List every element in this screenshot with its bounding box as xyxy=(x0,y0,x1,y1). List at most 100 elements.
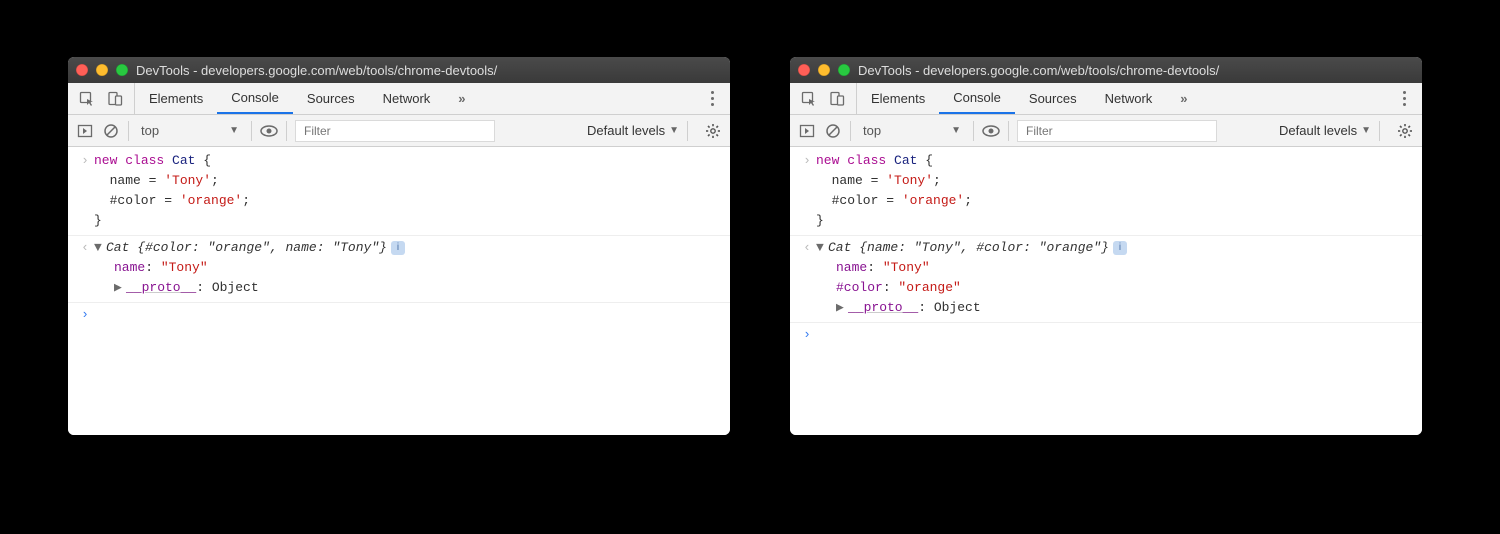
inspect-icon[interactable] xyxy=(78,90,96,108)
disclosure-triangle-icon[interactable]: ▼ xyxy=(94,238,106,258)
chevron-down-icon: ▼ xyxy=(669,125,679,136)
window-title: DevTools - developers.google.com/web/too… xyxy=(136,63,722,78)
proto-key: __proto__ xyxy=(848,300,918,315)
chevron-down-icon: ▼ xyxy=(1361,125,1371,136)
tabs-overflow[interactable]: » xyxy=(1166,83,1201,114)
minimize-icon[interactable] xyxy=(818,64,830,76)
info-icon[interactable]: i xyxy=(391,241,405,255)
tab-label: Elements xyxy=(149,91,203,106)
close-icon[interactable] xyxy=(798,64,810,76)
proto-key: __proto__ xyxy=(126,280,196,295)
live-expression-icon[interactable] xyxy=(982,122,1000,140)
class-name: Cat xyxy=(106,240,137,255)
zoom-icon[interactable] xyxy=(838,64,850,76)
prompt-icon: › xyxy=(798,325,816,345)
disclosure-triangle-icon[interactable]: ▶ xyxy=(114,278,126,298)
prop-key: name xyxy=(836,260,867,275)
disclosure-triangle-icon[interactable]: ▶ xyxy=(836,298,848,318)
prop-value: "Tony" xyxy=(161,260,208,275)
minimize-icon[interactable] xyxy=(96,64,108,76)
settings-icon[interactable] xyxy=(1396,122,1414,140)
live-expression-icon[interactable] xyxy=(260,122,278,140)
tab-elements[interactable]: Elements xyxy=(857,83,939,114)
output-icon: ‹ xyxy=(76,238,94,298)
console-input-row: › new class Cat { name = 'Tony'; #color … xyxy=(790,151,1422,236)
console-body: › new class Cat { name = 'Tony'; #color … xyxy=(68,147,730,435)
levels-label: Default levels xyxy=(1279,123,1357,138)
tab-network[interactable]: Network xyxy=(369,83,445,114)
input-code[interactable]: new class Cat { name = 'Tony'; #color = … xyxy=(816,151,972,231)
output-object[interactable]: ▼Cat {#color: "orange", name: "Tony"}i n… xyxy=(94,238,405,298)
tab-label: Elements xyxy=(871,91,925,106)
tab-label: Console xyxy=(953,90,1001,105)
close-icon[interactable] xyxy=(76,64,88,76)
prompt-icon: › xyxy=(798,151,816,231)
tab-label: Sources xyxy=(1029,91,1077,106)
tab-console[interactable]: Console xyxy=(217,83,293,114)
prompt-icon: › xyxy=(76,151,94,231)
console-toolbar: top ▼ Default levels ▼ xyxy=(68,115,730,147)
inspect-icon[interactable] xyxy=(800,90,818,108)
tab-label: Console xyxy=(231,90,279,105)
tab-sources[interactable]: Sources xyxy=(1015,83,1091,114)
titlebar[interactable]: DevTools - developers.google.com/web/too… xyxy=(790,57,1422,83)
devtools-window: DevTools - developers.google.com/web/too… xyxy=(68,57,730,435)
console-prompt-row[interactable]: › xyxy=(790,325,1422,345)
class-name: Cat xyxy=(828,240,859,255)
input-code[interactable]: new class Cat { name = 'Tony'; #color = … xyxy=(94,151,250,231)
prop-value: "orange" xyxy=(898,280,960,295)
device-icon[interactable] xyxy=(828,90,846,108)
titlebar[interactable]: DevTools - developers.google.com/web/too… xyxy=(68,57,730,83)
console-output-row: ‹ ▼Cat {#color: "orange", name: "Tony"}i… xyxy=(68,238,730,303)
filter-input[interactable] xyxy=(1017,120,1217,142)
console-body: › new class Cat { name = 'Tony'; #color … xyxy=(790,147,1422,435)
info-icon[interactable]: i xyxy=(1113,241,1127,255)
prop-key: #color xyxy=(836,280,883,295)
prop-key: name xyxy=(114,260,145,275)
output-icon: ‹ xyxy=(798,238,816,318)
console-toolbar: top ▼ Default levels ▼ xyxy=(790,115,1422,147)
log-levels-selector[interactable]: Default levels ▼ xyxy=(587,123,679,138)
prompt-icon: › xyxy=(76,305,94,325)
proto-value: Object xyxy=(934,300,981,315)
log-levels-selector[interactable]: Default levels ▼ xyxy=(1279,123,1371,138)
tab-label: Sources xyxy=(307,91,355,106)
tab-elements[interactable]: Elements xyxy=(135,83,217,114)
clear-console-icon[interactable] xyxy=(824,122,842,140)
sidebar-toggle-icon[interactable] xyxy=(76,122,94,140)
window-title: DevTools - developers.google.com/web/too… xyxy=(858,63,1414,78)
more-menu-icon[interactable] xyxy=(1397,91,1412,106)
tab-console[interactable]: Console xyxy=(939,83,1015,114)
console-prompt-row[interactable]: › xyxy=(68,305,730,325)
chevron-down-icon: ▼ xyxy=(951,125,961,136)
more-menu-icon[interactable] xyxy=(705,91,720,106)
levels-label: Default levels xyxy=(587,123,665,138)
disclosure-triangle-icon[interactable]: ▼ xyxy=(816,238,828,258)
devtools-window: DevTools - developers.google.com/web/too… xyxy=(790,57,1422,435)
sidebar-toggle-icon[interactable] xyxy=(798,122,816,140)
console-output-row: ‹ ▼Cat {name: "Tony", #color: "orange"}i… xyxy=(790,238,1422,323)
proto-value: Object xyxy=(212,280,259,295)
devtools-tabs: Elements Console Sources Network » xyxy=(68,83,730,115)
clear-console-icon[interactable] xyxy=(102,122,120,140)
context-label: top xyxy=(863,123,881,138)
context-selector[interactable]: top ▼ xyxy=(859,121,965,140)
prop-value: "Tony" xyxy=(883,260,930,275)
context-selector[interactable]: top ▼ xyxy=(137,121,243,140)
settings-icon[interactable] xyxy=(704,122,722,140)
devtools-tabs: Elements Console Sources Network » xyxy=(790,83,1422,115)
console-input-row: › new class Cat { name = 'Tony'; #color … xyxy=(68,151,730,236)
window-controls xyxy=(798,64,850,76)
output-object[interactable]: ▼Cat {name: "Tony", #color: "orange"}i n… xyxy=(816,238,1127,318)
window-controls xyxy=(76,64,128,76)
filter-input[interactable] xyxy=(295,120,495,142)
tab-sources[interactable]: Sources xyxy=(293,83,369,114)
tab-label: Network xyxy=(1105,91,1153,106)
tabs-overflow[interactable]: » xyxy=(444,83,479,114)
chevron-down-icon: ▼ xyxy=(229,125,239,136)
tab-label: Network xyxy=(383,91,431,106)
context-label: top xyxy=(141,123,159,138)
tab-network[interactable]: Network xyxy=(1091,83,1167,114)
zoom-icon[interactable] xyxy=(116,64,128,76)
device-icon[interactable] xyxy=(106,90,124,108)
